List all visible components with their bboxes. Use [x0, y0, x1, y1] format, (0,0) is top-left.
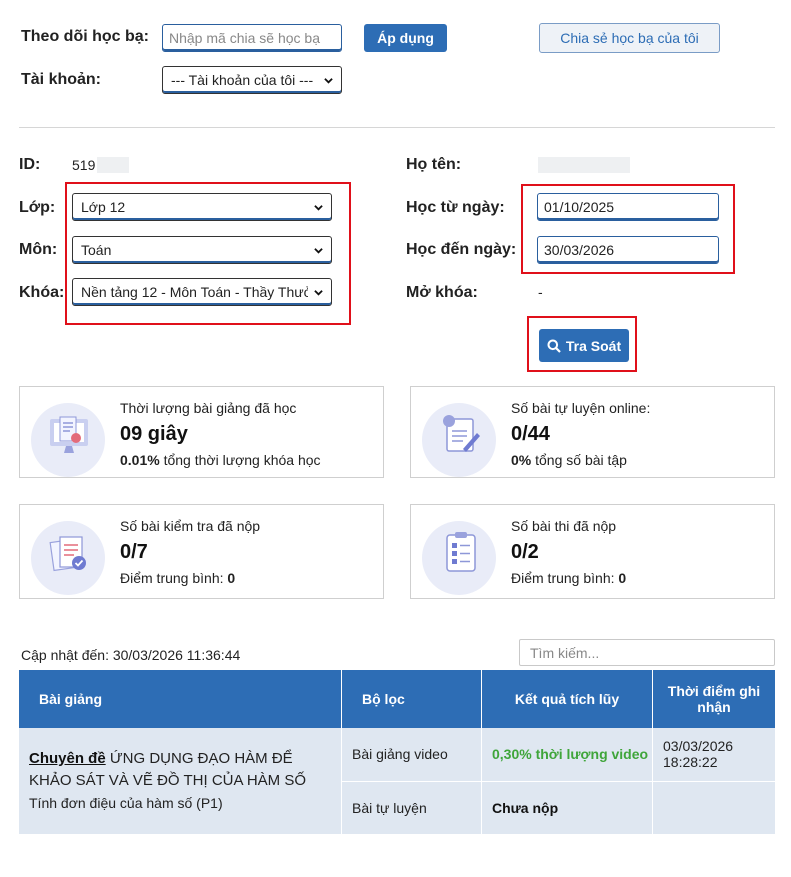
id-value: 519	[72, 157, 96, 173]
course-label: Khóa:	[19, 284, 65, 301]
table-header-row: Bài giảng Bộ lọc Kết quả tích lũy Thời đ…	[19, 670, 775, 728]
header-time: Thời điểm ghi nhận	[652, 670, 775, 728]
share-code-placeholder: Nhập mã chia sẽ học bạ	[169, 30, 320, 46]
tra-soat-label: Tra Soát	[565, 337, 622, 354]
subject-select[interactable]: Toán	[72, 236, 332, 264]
chevron-down-icon	[314, 204, 323, 211]
header-result: Kết quả tích lũy	[481, 670, 653, 728]
stat-subtext: 0.01% tổng thời lượng khóa học	[120, 452, 321, 468]
class-label: Lớp:	[19, 199, 56, 216]
stat-card-online-exercises: Số bài tự luyện online: 0/44 0% tổng số …	[410, 386, 775, 478]
from-date-value: 01/10/2025	[544, 199, 615, 215]
chevron-down-icon	[324, 77, 333, 84]
papers-check-icon	[49, 536, 86, 572]
to-date-label: Học đến ngày:	[406, 241, 517, 258]
document-pen-icon	[443, 415, 480, 452]
name-label: Họ tên:	[406, 156, 462, 173]
track-label: Theo dõi học bạ:	[21, 28, 149, 45]
topic-title: Chuyên đề ỨNG DỤNG ĐẠO HÀM ĐỂ KHẢO SÁT V…	[29, 750, 307, 789]
table-search-placeholder: Tìm kiếm...	[530, 644, 600, 661]
share-code-input[interactable]: Nhập mã chia sẽ học bạ	[162, 24, 342, 52]
table-search-input[interactable]: Tìm kiếm...	[519, 639, 775, 666]
stat-card-tests: Số bài kiểm tra đã nộp 0/7 Điểm trung bì…	[19, 504, 384, 599]
time-cell	[652, 781, 775, 834]
name-redacted	[538, 157, 630, 173]
topic-link[interactable]: Chuyên đề	[29, 750, 106, 767]
result-cell: 0,30% thời lượng video	[481, 728, 653, 782]
stat-value: 09 giây	[120, 423, 188, 445]
progress-table: Bài giảng Bộ lọc Kết quả tích lũy Thời đ…	[19, 670, 775, 834]
stat-value: 0/2	[511, 541, 539, 563]
subject-label: Môn:	[19, 241, 58, 258]
stat-title: Thời lượng bài giảng đã học	[120, 400, 297, 416]
subject-selected: Toán	[81, 242, 112, 258]
stat-title: Số bài kiểm tra đã nộp	[120, 518, 261, 534]
stat-card-lesson-time: Thời lượng bài giảng đã học 09 giây 0.01…	[19, 386, 384, 478]
filter-cell: Bài giảng video	[341, 728, 482, 782]
class-selected: Lớp 12	[81, 199, 126, 215]
filter-cell: Bài tự luyện	[341, 781, 482, 834]
stat-title: Số bài thi đã nộp	[511, 518, 617, 534]
clipboard-list-icon	[446, 532, 476, 572]
tra-soat-button[interactable]: Tra Soát	[539, 329, 629, 362]
from-date-input[interactable]: 01/10/2025	[537, 193, 719, 221]
class-select[interactable]: Lớp 12	[72, 193, 332, 221]
divider	[19, 127, 775, 128]
account-label: Tài khoản:	[21, 71, 102, 88]
stat-subtext: Điểm trung bình: 0	[120, 570, 236, 586]
stat-card-exams: Số bài thi đã nộp 0/2 Điểm trung bình: 0	[410, 504, 775, 599]
unlock-value: -	[538, 284, 543, 300]
search-icon	[547, 339, 561, 353]
monitor-lesson-icon	[50, 416, 88, 453]
stat-value: 0/7	[120, 541, 148, 563]
id-label: ID:	[19, 156, 41, 173]
course-selected: Nền tảng 12 - Môn Toán - Thầy Thưởng	[81, 284, 308, 300]
header-lesson: Bài giảng	[19, 670, 342, 728]
updated-timestamp: Cập nhật đến: 30/03/2026 11:36:44	[21, 647, 241, 663]
time-cell: 03/03/2026 18:28:22	[652, 728, 775, 782]
account-select[interactable]: --- Tài khoản của tôi ---	[162, 66, 342, 94]
stat-subtext: Điểm trung bình: 0	[511, 570, 627, 586]
to-date-input[interactable]: 30/03/2026	[537, 236, 719, 264]
share-my-record-button[interactable]: Chia sẻ học bạ của tôi	[539, 23, 720, 53]
stat-value: 0/44	[511, 423, 550, 445]
chevron-down-icon	[314, 289, 323, 296]
from-date-label: Học từ ngày:	[406, 199, 505, 216]
table-row: Chuyên đề ỨNG DỤNG ĐẠO HÀM ĐỂ KHẢO SÁT V…	[19, 728, 775, 834]
lesson-name: Tính đơn điệu của hàm số (P1)	[29, 795, 223, 811]
course-select[interactable]: Nền tảng 12 - Môn Toán - Thầy Thưởng	[72, 278, 332, 306]
id-redacted	[97, 157, 129, 173]
apply-button[interactable]: Áp dụng	[364, 24, 447, 52]
account-selected: --- Tài khoản của tôi ---	[171, 72, 314, 88]
chevron-down-icon	[314, 247, 323, 254]
stat-subtext: 0% tổng số bài tập	[511, 452, 627, 468]
to-date-value: 30/03/2026	[544, 242, 615, 258]
result-cell: Chưa nộp	[481, 781, 653, 834]
unlock-label: Mở khóa:	[406, 284, 478, 301]
lesson-cell: Chuyên đề ỨNG DỤNG ĐẠO HÀM ĐỂ KHẢO SÁT V…	[19, 728, 342, 834]
header-filter: Bộ lọc	[341, 670, 482, 728]
stat-title: Số bài tự luyện online:	[511, 400, 651, 416]
